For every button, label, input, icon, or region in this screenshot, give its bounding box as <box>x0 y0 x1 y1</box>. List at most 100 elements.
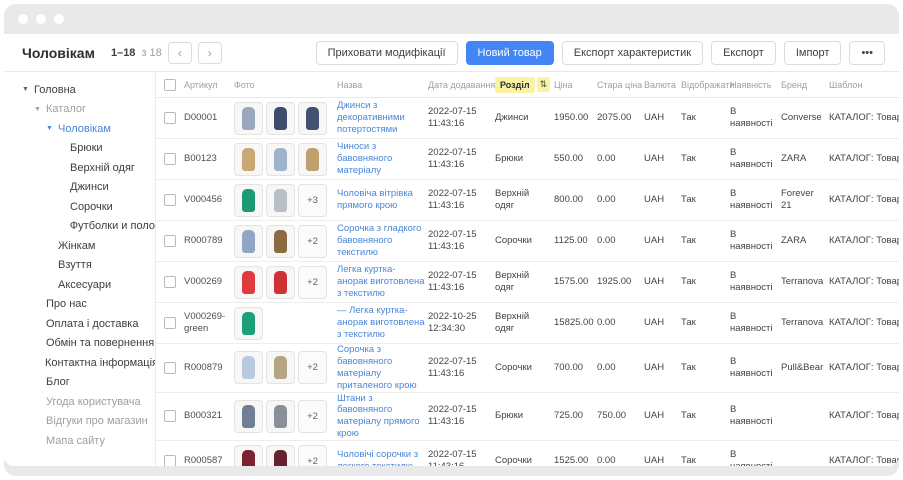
product-name-link[interactable]: Чоловічі сорочки з легкого текстилю <box>337 449 425 466</box>
sidebar-item[interactable]: ▼ Жінкам <box>4 236 155 256</box>
more-photos-badge[interactable]: +3 <box>298 184 327 217</box>
sidebar-item[interactable]: ▼ Верхній одяг <box>4 158 155 178</box>
product-photo[interactable] <box>234 225 263 258</box>
product-photo[interactable] <box>234 445 263 467</box>
column-header-price[interactable]: Ціна <box>554 80 594 90</box>
product-name-link[interactable]: Джинси з декоративними потертостями <box>337 100 425 136</box>
sidebar-item[interactable]: ▼ Аксесуари <box>4 275 155 295</box>
pagination-total: з 18 <box>141 47 161 59</box>
sidebar-item[interactable]: ▼ Футболки и поло <box>4 217 155 237</box>
display-cell: Так <box>681 153 727 165</box>
sidebar-item[interactable]: ▼ Оплата і доставка <box>4 314 155 334</box>
sorted-column-label[interactable]: Розділ <box>495 77 535 93</box>
product-name-link[interactable]: Чоловіча вітрівка прямого крою <box>337 188 425 212</box>
sidebar-item-label: Джинси <box>70 181 109 193</box>
sidebar-item[interactable]: ▼ Обмін та повернення <box>4 334 155 354</box>
more-photos-badge[interactable]: +2 <box>298 225 327 258</box>
sidebar-item[interactable]: ▼ Каталог <box>4 100 155 120</box>
date-cell: 2022-07-15 11:43:16 <box>428 188 492 212</box>
sidebar-item[interactable]: ▼ Відгуки про магазин <box>4 412 155 432</box>
row-checkbox[interactable] <box>164 276 176 288</box>
row-checkbox[interactable] <box>164 112 176 124</box>
window-control-dot[interactable] <box>54 14 64 24</box>
product-photo[interactable] <box>266 143 295 176</box>
row-checkbox[interactable] <box>164 194 176 206</box>
currency-cell: UAH <box>644 194 678 206</box>
sidebar-item[interactable]: ▼ Взуття <box>4 256 155 276</box>
sidebar-item-label: Аксесуари <box>58 279 111 291</box>
more-photos-badge[interactable]: +2 <box>298 400 327 433</box>
new-product-button[interactable]: Новий товар <box>466 41 554 65</box>
select-all-checkbox[interactable] <box>164 79 176 91</box>
product-name-link[interactable]: Сорочка з гладкого бавовняного текстилю <box>337 223 425 259</box>
row-checkbox[interactable] <box>164 362 176 374</box>
product-name-link[interactable]: Легка куртка-анорак виготовлена з тексти… <box>337 264 425 300</box>
import-button[interactable]: Імпорт <box>784 41 842 65</box>
product-photo[interactable] <box>266 184 295 217</box>
sidebar-item[interactable]: ▼ Про нас <box>4 295 155 315</box>
product-photo[interactable] <box>266 266 295 299</box>
sku-cell: B000321 <box>184 410 231 422</box>
product-photo[interactable] <box>266 351 295 384</box>
sidebar-item[interactable]: ▼ Мапа сайту <box>4 431 155 451</box>
product-photo[interactable] <box>298 143 327 176</box>
sidebar-item[interactable]: ▼ Головна <box>4 80 155 100</box>
product-photo[interactable] <box>298 102 327 135</box>
window-control-dot[interactable] <box>36 14 46 24</box>
hide-modifications-button[interactable]: Приховати модифікації <box>316 41 458 65</box>
more-photos-badge[interactable]: +2 <box>298 445 327 467</box>
column-header-photo[interactable]: Фото <box>234 80 334 90</box>
sidebar-item[interactable]: ▼ Угода користувача <box>4 392 155 412</box>
price-cell: 1575.00 <box>554 276 594 288</box>
column-header-old-price[interactable]: Стара ціна <box>597 80 641 90</box>
column-header-availability[interactable]: Наявність <box>730 80 778 90</box>
product-name-link[interactable]: Чиноси з бавовняного матеріалу <box>337 141 425 177</box>
row-checkbox[interactable] <box>164 235 176 247</box>
column-header-name[interactable]: Назва <box>337 80 425 90</box>
sidebar-item[interactable]: ▼ Сорочки <box>4 197 155 217</box>
brand-cell: Pull&Bear <box>781 362 826 374</box>
export-characteristics-button[interactable]: Експорт характеристик <box>562 41 703 65</box>
more-photos-badge[interactable]: +2 <box>298 351 327 384</box>
row-checkbox[interactable] <box>164 455 176 466</box>
currency-cell: UAH <box>644 362 678 374</box>
product-photo[interactable] <box>234 351 263 384</box>
product-photo[interactable] <box>234 102 263 135</box>
product-photo[interactable] <box>234 266 263 299</box>
column-header-display[interactable]: Відображати <box>681 80 727 90</box>
product-name-link[interactable]: — Легка куртка-анорак виготовлена з текс… <box>337 305 425 341</box>
product-photo[interactable] <box>266 400 295 433</box>
sidebar-item[interactable]: ▼ Джинси <box>4 178 155 198</box>
product-photo[interactable] <box>234 143 263 176</box>
more-actions-button[interactable]: ••• <box>849 41 885 65</box>
product-photo[interactable] <box>266 225 295 258</box>
sort-direction-icon[interactable]: ⇅ <box>537 77 551 92</box>
product-photo[interactable] <box>266 445 295 467</box>
sidebar-item[interactable]: ▼ Блог <box>4 373 155 393</box>
sidebar-item[interactable]: ▼ Чоловікам <box>4 119 155 139</box>
column-header-template[interactable]: Шаблон <box>829 80 899 90</box>
next-page-button[interactable]: › <box>198 42 222 64</box>
product-name-link[interactable]: Сорочка з бавовняного матеріалу притален… <box>337 344 425 392</box>
date-cell: 2022-07-15 11:43:16 <box>428 270 492 294</box>
more-photos-badge[interactable]: +2 <box>298 266 327 299</box>
column-header-date[interactable]: Дата додавання <box>428 80 492 90</box>
column-header-sku[interactable]: Артикул <box>184 80 231 90</box>
product-photo[interactable] <box>234 184 263 217</box>
sidebar-item[interactable]: ▼ Брюки <box>4 139 155 159</box>
export-button[interactable]: Експорт <box>711 41 776 65</box>
sidebar-item[interactable]: ▼ Контактна інформація <box>4 353 155 373</box>
row-checkbox[interactable] <box>164 153 176 165</box>
prev-page-button[interactable]: ‹ <box>168 42 192 64</box>
brand-cell: Converse <box>781 112 826 124</box>
product-photo[interactable] <box>266 102 295 135</box>
window-control-dot[interactable] <box>18 14 28 24</box>
column-header-currency[interactable]: Валюта <box>644 80 678 90</box>
product-name-link[interactable]: Штани з бавовняного матеріалу прямого кр… <box>337 393 425 441</box>
row-checkbox[interactable] <box>164 410 176 422</box>
column-header-category[interactable]: Розділ ⇅ <box>495 77 551 93</box>
column-header-brand[interactable]: Бренд <box>781 80 826 90</box>
product-photo[interactable] <box>234 400 263 433</box>
product-photo[interactable] <box>234 307 263 340</box>
row-checkbox[interactable] <box>164 317 176 329</box>
